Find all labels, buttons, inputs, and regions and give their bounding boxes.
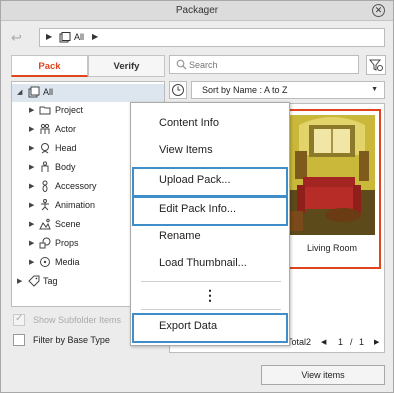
menu-item-edit-pack-info[interactable]: Edit Pack Info... xyxy=(132,196,288,226)
folder-icon xyxy=(39,106,51,115)
tree-item-label: Body xyxy=(55,162,76,172)
tree-item-label: Actor xyxy=(55,124,77,134)
actor-icon xyxy=(40,123,50,134)
breadcrumb-next-arrow-icon[interactable]: ▶ xyxy=(92,32,98,41)
menu-item-view-items[interactable]: View Items xyxy=(132,137,288,164)
clock-icon xyxy=(172,84,184,96)
filter-button[interactable] xyxy=(366,55,386,75)
menu-item-label: Content Info xyxy=(159,117,219,129)
tree-item-label: Scene xyxy=(55,219,81,229)
tab-verify[interactable]: Verify xyxy=(88,55,165,77)
title-bar: Packager ✕ xyxy=(1,1,393,21)
folder-outline-icon xyxy=(28,86,40,98)
check-icon: ✓ xyxy=(15,313,24,324)
menu-item-label: Export Data xyxy=(159,320,218,332)
tree-item-label: Project xyxy=(55,105,84,115)
collapse-arrow-icon[interactable]: ▶ xyxy=(17,277,22,285)
menu-item-rename[interactable]: Rename xyxy=(132,223,288,250)
funnel-icon xyxy=(368,59,383,71)
total-pages: 1 xyxy=(359,337,365,347)
menu-item-load-thumbnail[interactable]: Load Thumbnail... xyxy=(132,250,288,277)
tree-item-all[interactable]: ◢ All xyxy=(12,84,164,102)
breadcrumb-label[interactable]: All xyxy=(74,32,84,42)
collapse-arrow-icon[interactable]: ▶ xyxy=(29,220,34,228)
collapse-arrow-icon[interactable]: ▶ xyxy=(29,125,34,133)
scene-icon xyxy=(39,218,51,230)
menu-item-export-data[interactable]: Export Data xyxy=(132,313,288,343)
total-count: Total2 xyxy=(287,337,312,347)
collapse-arrow-icon[interactable]: ▶ xyxy=(29,201,34,209)
page-separator: / xyxy=(350,337,353,347)
tree-item-label: All xyxy=(43,87,54,97)
tree-item-label: Media xyxy=(55,257,80,267)
breadcrumb-arrow-icon[interactable]: ▶ xyxy=(46,32,52,41)
breadcrumb[interactable]: ▶ All ▶ xyxy=(39,28,385,47)
collapse-arrow-icon[interactable]: ▶ xyxy=(29,258,34,266)
tree-item-label: Tag xyxy=(43,276,58,286)
menu-separator xyxy=(141,309,281,310)
context-menu: Content Info View Items Upload Pack... E… xyxy=(130,102,290,346)
tab-pack[interactable]: Pack xyxy=(11,55,88,77)
filter-by-base-type-checkbox[interactable] xyxy=(13,334,25,346)
menu-item-content-info[interactable]: Content Info xyxy=(132,110,288,137)
sort-dropdown[interactable]: Sort by Name : A to Z ▼ xyxy=(191,81,385,99)
collapse-arrow-icon[interactable]: ▶ xyxy=(29,239,34,247)
collapse-arrow-icon[interactable]: ▶ xyxy=(29,182,34,190)
show-subfolder-items-checkbox[interactable]: ✓ xyxy=(13,313,25,326)
living-room-thumbnail xyxy=(289,115,375,235)
tag-icon xyxy=(28,275,40,287)
animation-icon xyxy=(41,199,49,211)
prev-page-icon[interactable]: ◀ xyxy=(321,338,326,346)
folder-outline-icon xyxy=(59,32,71,43)
accessory-icon xyxy=(42,180,48,192)
recent-button[interactable] xyxy=(169,81,187,99)
packager-window: Packager ✕ ↩ ▶ All ▶ Pack Verify ◢ All ▶ xyxy=(0,0,394,393)
menu-item-label: Upload Pack... xyxy=(159,174,231,186)
close-icon[interactable]: ✕ xyxy=(372,4,385,17)
menu-item-upload-pack[interactable]: Upload Pack... xyxy=(132,167,288,197)
media-icon xyxy=(40,257,50,267)
content-item-card[interactable]: Living Room xyxy=(283,109,381,269)
mode-tabs: Pack Verify xyxy=(11,55,165,77)
menu-item-label: Edit Pack Info... xyxy=(159,203,237,215)
back-arrow-icon[interactable]: ↩ xyxy=(11,31,29,45)
search-input[interactable] xyxy=(189,58,349,71)
expand-arrow-icon[interactable]: ◢ xyxy=(17,88,22,96)
menu-item-label: Load Thumbnail... xyxy=(159,257,247,269)
next-page-icon[interactable]: ▶ xyxy=(374,338,379,346)
menu-separator xyxy=(141,281,281,282)
search-box[interactable] xyxy=(169,55,359,74)
menu-item-label: Rename xyxy=(159,230,201,242)
tree-item-label: Head xyxy=(55,143,77,153)
search-icon xyxy=(176,59,187,70)
collapse-arrow-icon[interactable]: ▶ xyxy=(29,163,34,171)
more-options-icon[interactable]: ⋮ xyxy=(132,287,288,307)
sort-label: Sort by Name : A to Z xyxy=(202,85,288,95)
filter-by-base-type-label: Filter by Base Type xyxy=(33,335,110,345)
collapse-arrow-icon[interactable]: ▶ xyxy=(29,106,34,114)
content-item-title: Living Room xyxy=(306,243,358,253)
body-icon xyxy=(41,161,49,172)
current-page[interactable]: 1 xyxy=(338,337,343,347)
tree-item-label: Accessory xyxy=(55,181,97,191)
collapse-arrow-icon[interactable]: ▶ xyxy=(29,144,34,152)
chevron-down-icon: ▼ xyxy=(371,86,378,93)
view-items-button[interactable]: View items xyxy=(261,365,385,385)
tree-item-label: Props xyxy=(55,238,79,248)
pagination: Total2 ◀ 1 / 1 ▶ xyxy=(287,336,385,350)
window-title: Packager xyxy=(175,5,219,16)
props-icon xyxy=(39,237,51,249)
tree-item-label: Animation xyxy=(55,200,96,210)
head-icon xyxy=(41,143,49,154)
menu-item-label: View Items xyxy=(159,144,213,156)
show-subfolder-items-label: Show Subfolder Items xyxy=(33,315,122,325)
